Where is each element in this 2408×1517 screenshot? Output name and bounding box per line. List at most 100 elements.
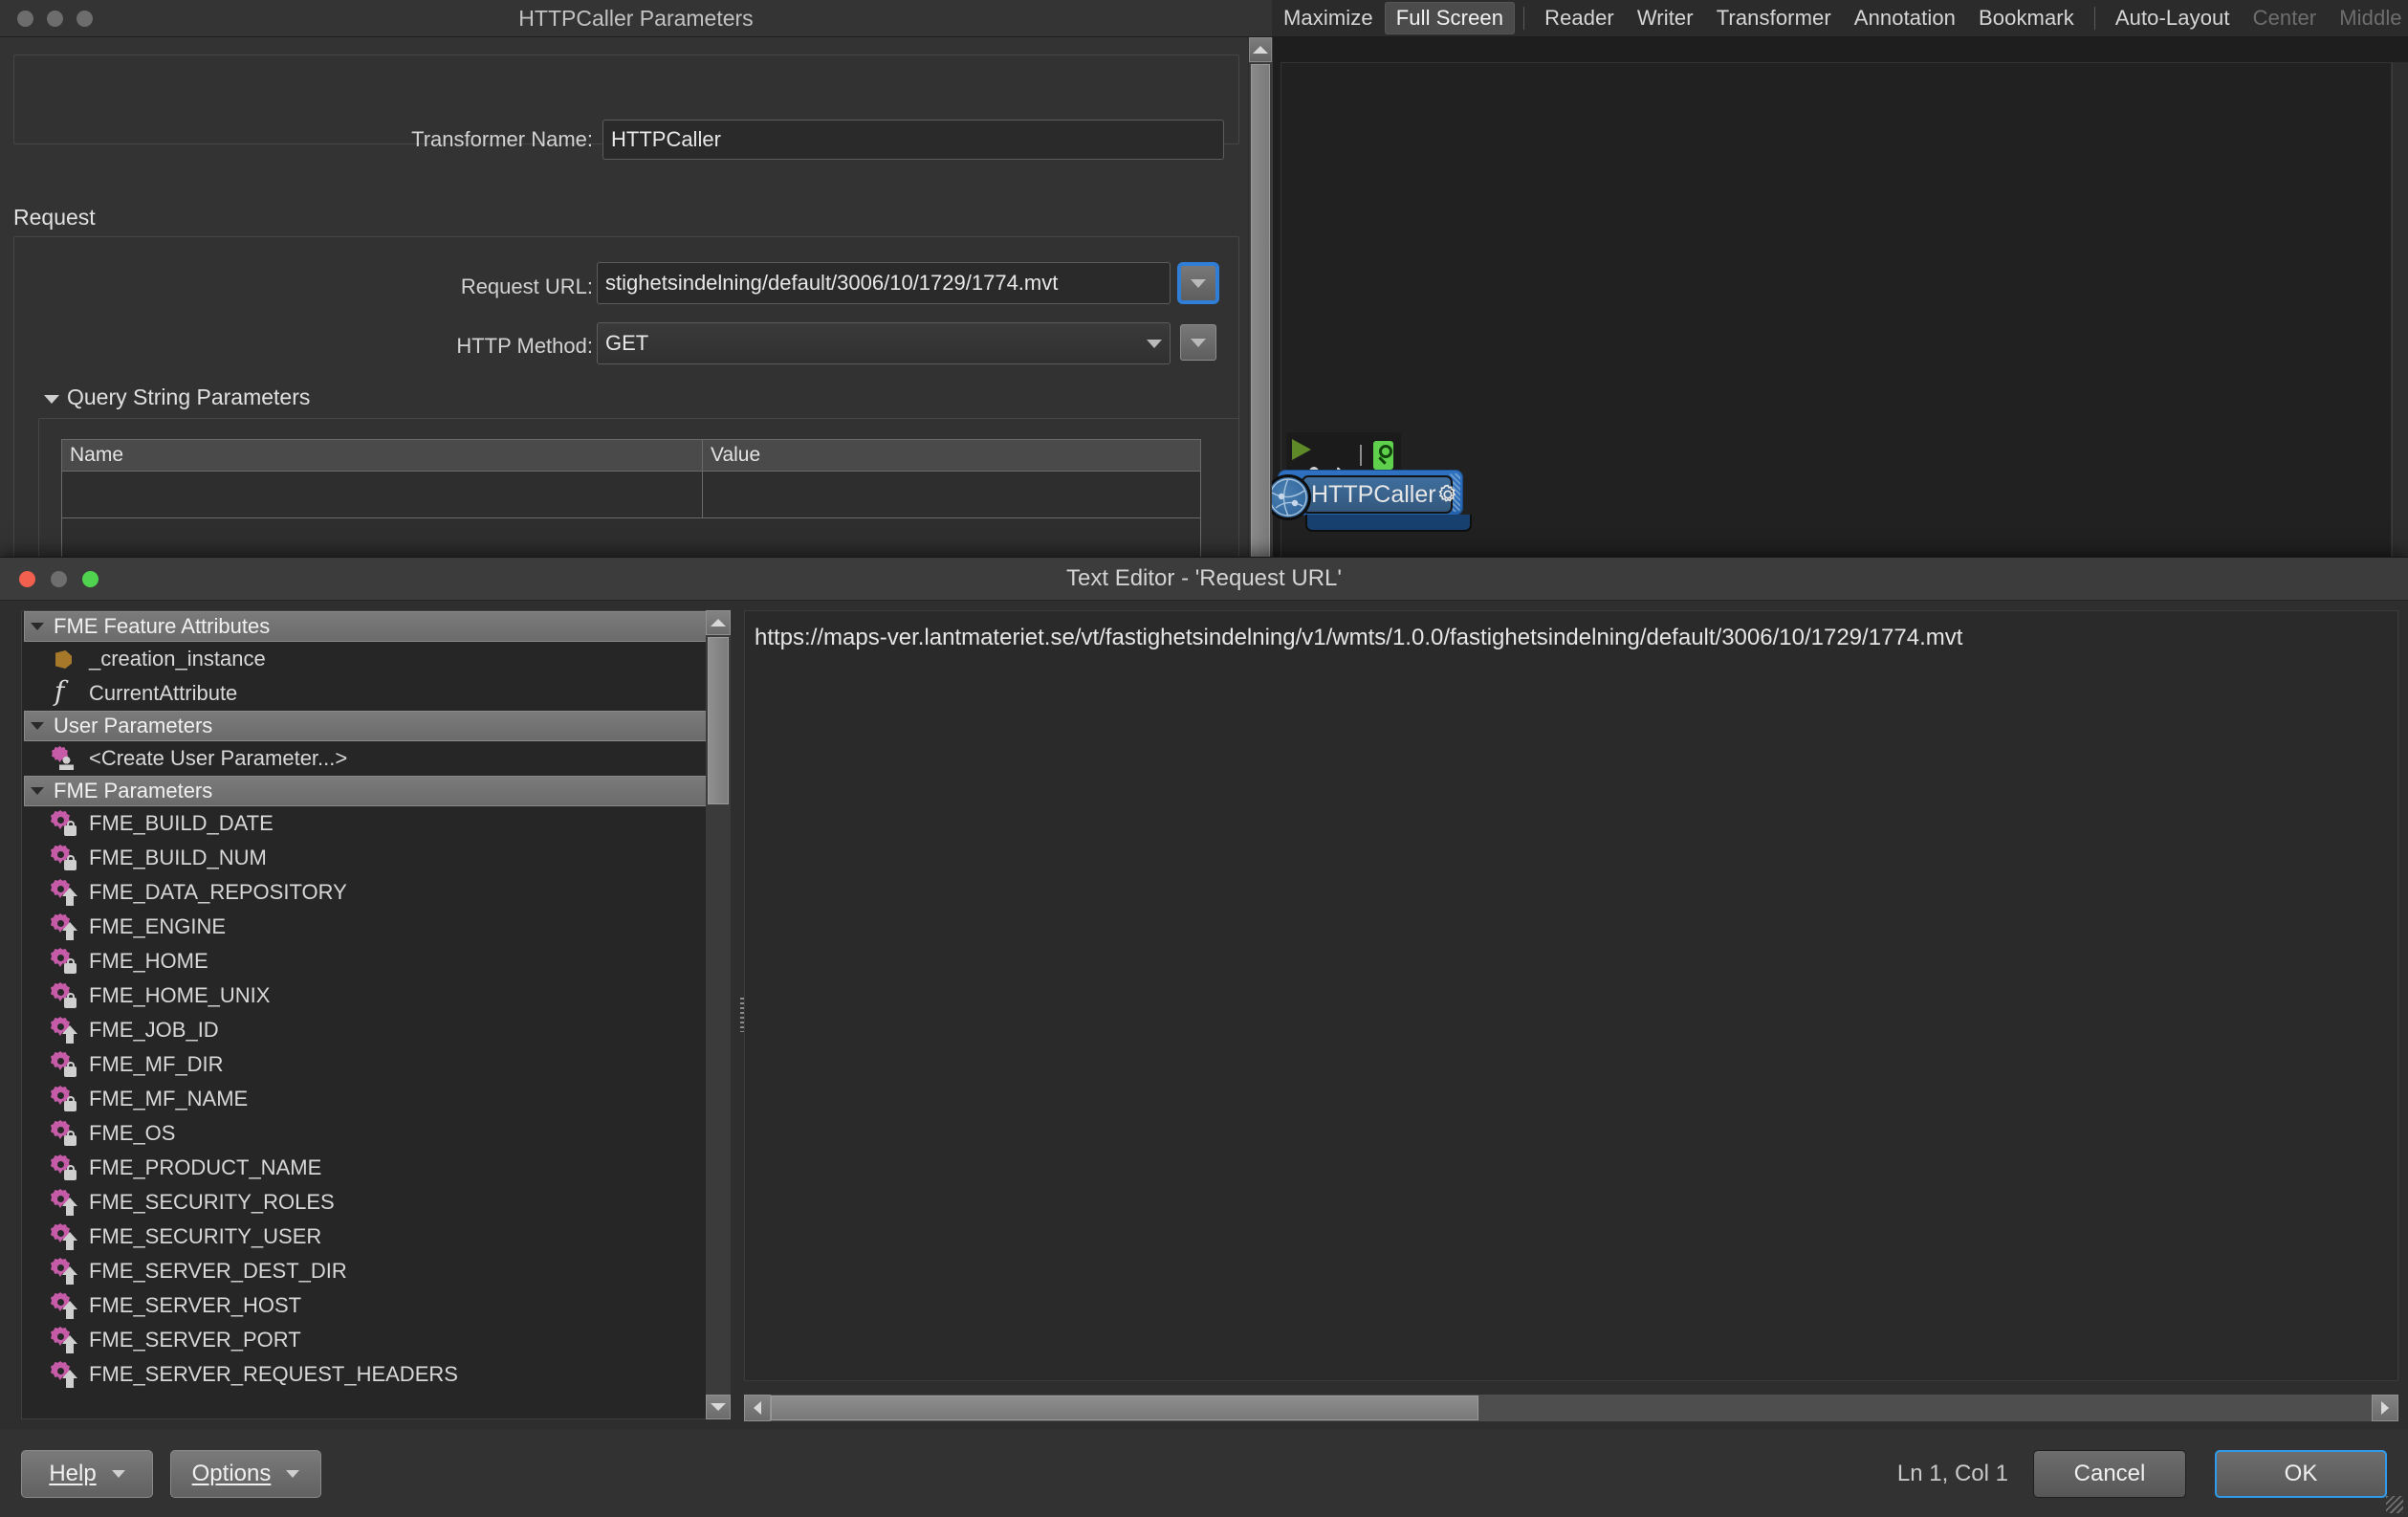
lock-icon (62, 992, 78, 1009)
ribbon-separator (1523, 7, 1525, 30)
chevron-down-icon[interactable] (31, 787, 44, 795)
chevron-down-icon[interactable] (31, 722, 44, 730)
list-item-label: FME_PRODUCT_NAME (89, 1155, 322, 1179)
transformer-node-group[interactable]: ➜ HTTPCaller (1265, 432, 1623, 557)
params-vertical-scrollbar[interactable] (1248, 37, 1272, 564)
list-item-label: FME_BUILD_NUM (89, 846, 267, 869)
tree-group-fme-feature-attributes[interactable]: FME Feature Attributes (24, 611, 718, 642)
transformer-name-label: Transformer Name: (411, 127, 593, 151)
list-item-label: FME_SERVER_DEST_DIR (89, 1259, 347, 1283)
list-item[interactable]: FME_PRODUCT_NAME (22, 1151, 720, 1185)
list-item-label: FME_SERVER_REQUEST_HEADERS (89, 1362, 458, 1386)
chevron-down-icon (111, 1469, 125, 1478)
request-url-dropdown-button[interactable] (1180, 265, 1216, 301)
list-item-label: FME_SECURITY_ROLES (89, 1190, 335, 1214)
node-header[interactable]: HTTPCaller (1302, 475, 1456, 514)
tree-group-label: FME Feature Attributes (54, 614, 271, 638)
params-window-title: HTTPCaller Parameters (518, 5, 754, 31)
list-item[interactable]: FME_BUILD_DATE (22, 806, 720, 841)
list-item[interactable]: FME_MF_DIR (22, 1047, 720, 1082)
tree-group-user-parameters[interactable]: User Parameters (24, 711, 718, 741)
cell-name[interactable] (62, 472, 703, 517)
list-item[interactable]: FME_ENGINE (22, 910, 720, 944)
query-params-title: Query String Parameters (67, 385, 311, 409)
resize-grip-icon[interactable] (2386, 1496, 2403, 1513)
list-item[interactable]: FME_SERVER_HOST (22, 1288, 720, 1323)
list-item[interactable]: FME_MF_NAME (22, 1082, 720, 1116)
run-to-here-icon[interactable] (1292, 439, 1311, 460)
tree-vertical-scrollbar[interactable] (706, 610, 731, 1419)
editor-horizontal-scrollbar[interactable] (744, 1395, 2398, 1421)
editor-title-bar[interactable]: Text Editor - 'Request URL' (0, 558, 2408, 601)
ribbon-item-full-screen[interactable]: Full Screen (1384, 2, 1516, 34)
gear-icon[interactable] (1436, 483, 1459, 506)
ok-button[interactable]: OK (2215, 1449, 2387, 1498)
list-item-label: CurrentAttribute (89, 681, 238, 705)
query-params-disclosure-icon[interactable] (44, 395, 59, 404)
params-scroll-thumb[interactable] (1251, 64, 1270, 564)
published-arrow-icon (62, 1198, 78, 1216)
list-item[interactable]: FME_SERVER_REQUEST_HEADERS (22, 1357, 720, 1392)
list-item[interactable]: FME_JOB_ID (22, 1013, 720, 1047)
http-method-dropdown-button[interactable] (1180, 324, 1216, 361)
app-root: Maximize Full Screen Reader Writer Transform… (0, 0, 2408, 1517)
list-item-label: FME_MF_DIR (89, 1052, 224, 1076)
gear-icon (51, 1017, 77, 1044)
scroll-up-button[interactable] (706, 610, 731, 635)
help-button[interactable]: Help (21, 1449, 153, 1498)
ribbon-item-transformer[interactable]: Transformer (1705, 2, 1843, 34)
scroll-up-button[interactable] (1249, 37, 1272, 62)
cell-value[interactable] (703, 472, 1200, 517)
list-item[interactable]: FME_HOME (22, 944, 720, 978)
cancel-button-label: Cancel (2073, 1460, 2146, 1486)
query-params-table[interactable]: Name Value (61, 439, 1201, 563)
table-row[interactable] (62, 472, 1200, 518)
network-globe-icon (1265, 474, 1311, 520)
chevron-down-icon (286, 1469, 300, 1478)
list-item[interactable]: _creation_instance (22, 642, 720, 676)
list-item[interactable]: FME_BUILD_NUM (22, 841, 720, 875)
parameter-tree-panel[interactable]: FME Feature Attributes _creation_instance… (21, 610, 721, 1419)
list-item[interactable]: <Create User Parameter...> (22, 741, 720, 776)
request-url-input[interactable]: stighetsindelning/default/3006/10/1729/1… (597, 262, 1171, 304)
ribbon-item-writer[interactable]: Writer (1626, 2, 1705, 34)
options-button[interactable]: Options (170, 1449, 321, 1498)
ribbon-item-maximize[interactable]: Maximize (1272, 2, 1385, 34)
node-title: HTTPCaller (1311, 480, 1436, 508)
scroll-left-button[interactable] (744, 1395, 771, 1421)
gear-icon (51, 845, 77, 871)
list-item[interactable]: FME_OS (22, 1116, 720, 1151)
chevron-down-icon[interactable] (31, 623, 44, 630)
published-arrow-icon (62, 1335, 78, 1353)
tree-scroll-thumb[interactable] (708, 637, 729, 804)
request-url-label: Request URL: (460, 275, 593, 298)
lock-icon (62, 854, 78, 871)
tree-group-fme-parameters[interactable]: FME Parameters (24, 776, 718, 806)
params-title-bar[interactable]: HTTPCaller Parameters (0, 0, 1272, 37)
list-item[interactable]: FME_SECURITY_USER (22, 1220, 720, 1254)
http-method-select[interactable]: GET (597, 322, 1171, 364)
inspect-magnifier-icon[interactable] (1372, 441, 1393, 470)
transformer-name-input[interactable]: HTTPCaller (602, 120, 1224, 160)
ribbon-item-bookmark[interactable]: Bookmark (1967, 2, 2086, 34)
list-item[interactable]: FME_DATA_REPOSITORY (22, 875, 720, 910)
scroll-down-button[interactable] (706, 1395, 731, 1419)
list-item[interactable]: FME_SECURITY_ROLES (22, 1185, 720, 1220)
parameter-tree-list[interactable]: FME Feature Attributes _creation_instance… (22, 611, 720, 1392)
list-item[interactable]: FME_HOME_UNIX (22, 978, 720, 1013)
httpcaller-node[interactable]: HTTPCaller (1265, 471, 1462, 520)
ribbon-item-annotation[interactable]: Annotation (1843, 2, 1967, 34)
hscroll-track[interactable] (771, 1395, 2372, 1421)
cancel-button[interactable]: Cancel (2033, 1449, 2186, 1498)
list-item[interactable]: CurrentAttribute (22, 675, 720, 711)
ribbon-item-auto-layout[interactable]: Auto-Layout (2104, 2, 2242, 34)
scroll-right-button[interactable] (2372, 1395, 2398, 1421)
ribbon-item-reader[interactable]: Reader (1533, 2, 1626, 34)
text-editor-area[interactable]: https://maps-ver.lantmateriet.se/vt/fast… (744, 610, 2398, 1381)
editor-text-content[interactable]: https://maps-ver.lantmateriet.se/vt/fast… (745, 611, 2397, 651)
hscroll-thumb[interactable] (771, 1396, 1478, 1420)
column-header-name: Name (62, 440, 703, 471)
list-item[interactable]: FME_SERVER_DEST_DIR (22, 1254, 720, 1288)
list-item[interactable]: FME_SERVER_PORT (22, 1323, 720, 1357)
list-item-label: FME_SECURITY_USER (89, 1224, 322, 1248)
